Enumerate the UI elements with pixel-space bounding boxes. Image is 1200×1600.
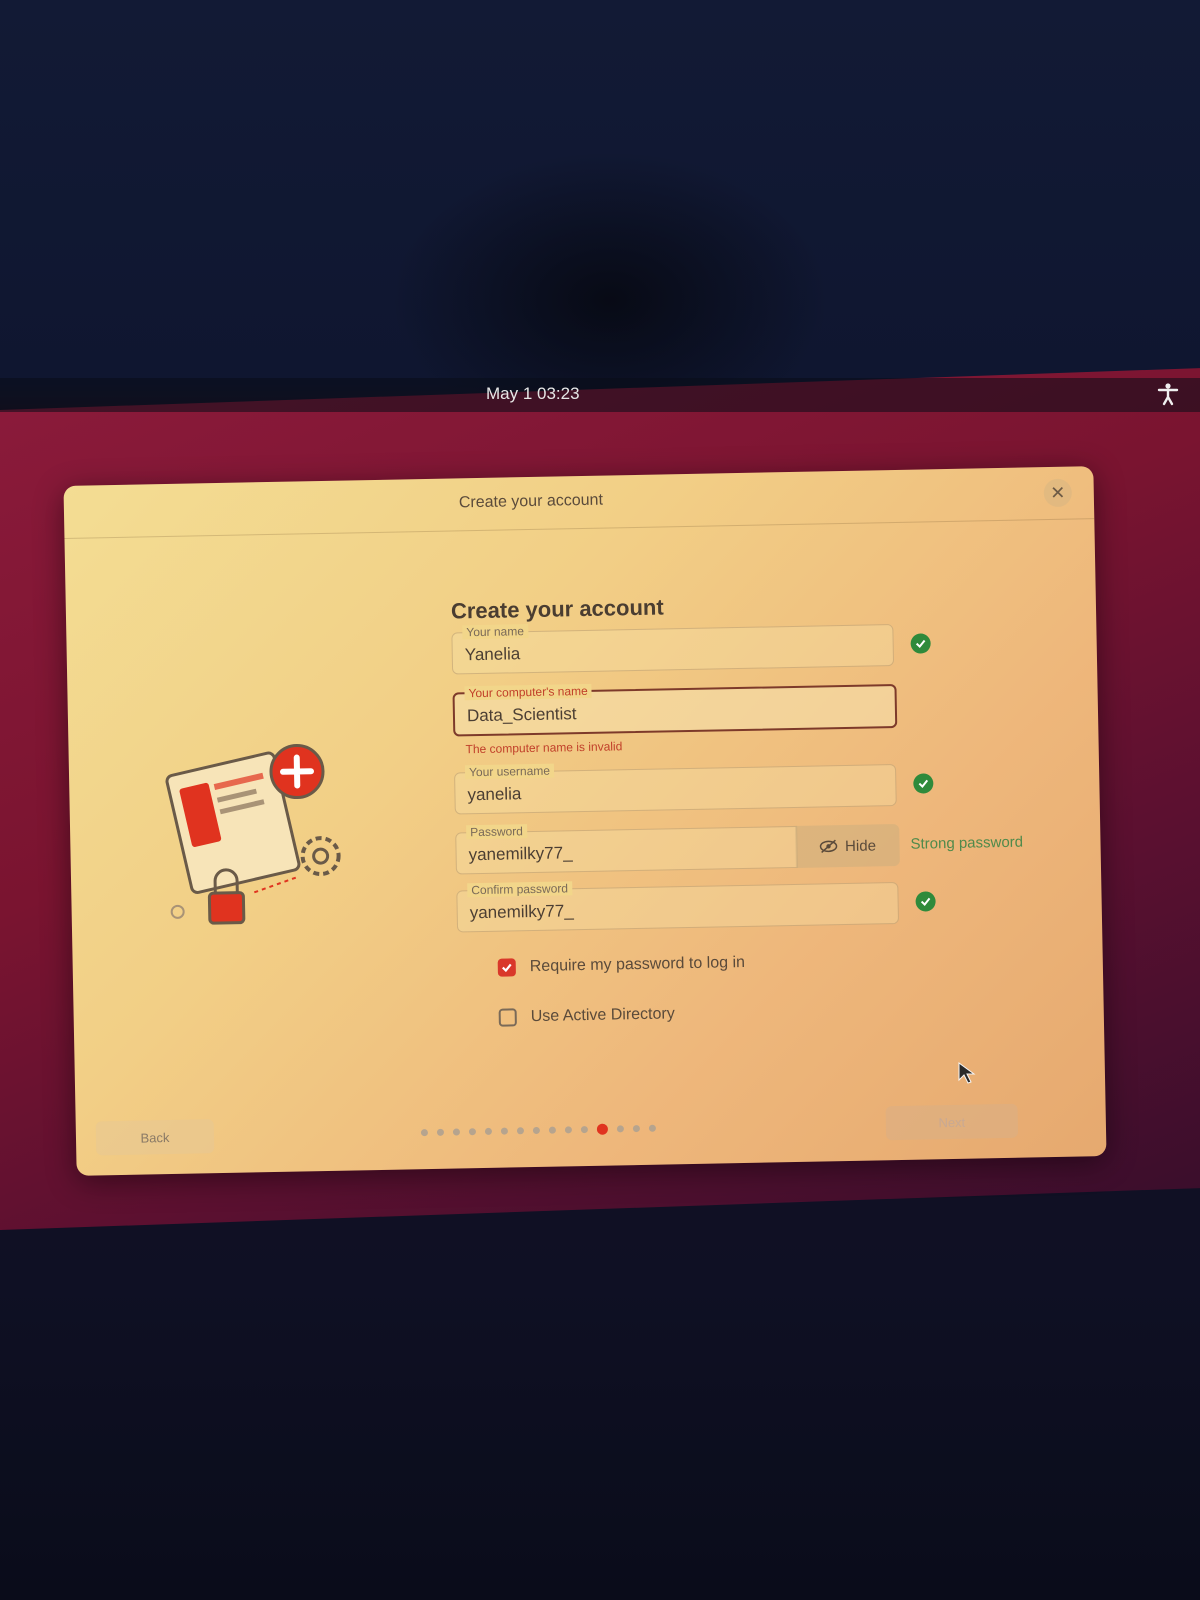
step-dot-current [596,1123,609,1135]
account-illustration [165,744,341,925]
accessibility-icon[interactable] [1157,382,1179,406]
username-label: Your username [464,763,555,780]
require-password-option[interactable]: Require my password to log in [497,940,978,985]
account-form: Create your account Your name Yanelia Yo… [450,589,1023,1037]
step-dot [420,1129,429,1137]
password-field[interactable]: Password yanemilky77_ [455,824,798,875]
step-dot [648,1124,656,1132]
step-dot [436,1128,445,1136]
step-progress [420,1123,656,1139]
close-icon: ✕ [1050,482,1066,503]
name-label: Your name [462,624,529,640]
checkmark-icon [502,963,512,973]
check-icon [910,633,931,654]
hide-password-label: Hide [844,836,877,855]
password-strength: Strong password [910,833,1024,853]
computer-name-field[interactable]: Your computer's name Data_Scientist [452,683,898,737]
name-field[interactable]: Your name Yanelia [451,624,931,675]
password-row: Password yanemilky77_ Hide Strong passwo… [455,823,1023,875]
password-label: Password [466,824,528,840]
window-title: Create your account [458,491,604,512]
active-directory-checkbox[interactable] [498,1008,517,1027]
name-value[interactable]: Yanelia [465,644,521,665]
clock[interactable]: May 1 03:23 [486,384,580,404]
computer-name-value[interactable]: Data_Scientist [467,704,577,726]
confirm-password-field[interactable]: Confirm password yanemilky77_ [456,881,936,933]
step-dot [468,1128,477,1136]
step-dot [548,1126,556,1134]
window-footer: Back Next [76,1096,1107,1166]
check-icon [913,773,934,794]
eye-slash-icon [819,839,837,854]
close-button[interactable]: ✕ [1043,478,1073,508]
form-heading: Create your account [450,594,664,624]
mouse-cursor-icon [958,1062,976,1084]
require-password-label: Require my password to log in [529,953,746,976]
require-password-checkbox[interactable] [497,958,516,977]
check-icon [915,891,936,912]
back-button-label: Back [140,1129,170,1146]
step-dot [532,1126,540,1135]
desktop: May 1 03:23 Create your account ✕ Create… [0,0,1200,1600]
installer-window: Create your account ✕ Create your accoun… [63,466,1107,1176]
username-value[interactable]: yanelia [467,784,521,805]
computer-name-label: Your computer's name [464,683,592,701]
next-button-label: Next [938,1114,966,1130]
step-dot [632,1125,640,1133]
top-bar: May 1 03:23 [0,378,1200,412]
step-dot [564,1126,572,1134]
step-dot [500,1127,509,1135]
active-directory-label: Use Active Directory [530,1005,675,1026]
username-field[interactable]: Your username yanelia [454,763,934,815]
confirm-password-label: Confirm password [467,881,573,898]
step-dot [580,1126,588,1134]
hide-password-button[interactable]: Hide [795,823,900,868]
step-dot [484,1127,493,1135]
computer-name-error: The computer name is invalid [465,739,623,757]
confirm-password-value[interactable]: yanemilky77_ [470,901,574,923]
back-button[interactable]: Back [95,1119,215,1156]
step-dot [516,1127,525,1135]
step-dot [616,1125,624,1133]
step-dot [452,1128,461,1136]
password-value[interactable]: yanemilky77_ [468,843,572,865]
next-button[interactable]: Next [885,1103,1019,1141]
active-directory-option[interactable]: Use Active Directory [498,990,979,1035]
